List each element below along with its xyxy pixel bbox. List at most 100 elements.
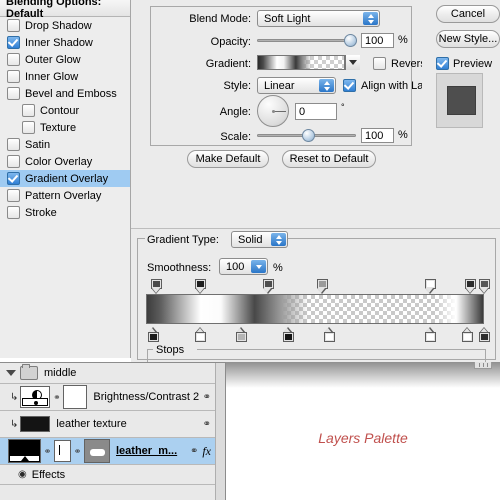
angle-input[interactable]: 0 (295, 103, 337, 120)
opacity-stop[interactable] (465, 279, 477, 294)
effect-checkbox[interactable] (7, 155, 20, 168)
color-stop[interactable] (479, 327, 490, 342)
align-with-layer-checkbox[interactable] (343, 79, 356, 92)
layer-effects-row[interactable]: ◉ Effects (0, 465, 225, 485)
cancel-button[interactable]: Cancel (436, 5, 500, 23)
opacity-stop[interactable] (195, 279, 207, 294)
effect-row-stroke[interactable]: Stroke (0, 204, 130, 221)
color-stop[interactable] (424, 327, 436, 342)
effect-row-inner-shadow[interactable]: Inner Shadow (0, 34, 130, 51)
layers-scrollbar[interactable] (215, 363, 225, 500)
effect-row-gradient-overlay[interactable]: Gradient Overlay (0, 170, 130, 187)
effect-checkbox[interactable] (7, 36, 20, 49)
smoothness-select[interactable]: 100 (219, 258, 268, 275)
brightness-contrast-thumbnail[interactable] (20, 386, 51, 408)
layer-name[interactable]: leather_m... (116, 445, 177, 457)
opacity-stop-fill (153, 281, 161, 287)
color-stop[interactable] (462, 327, 474, 342)
layer-row[interactable]: ↳ leather texture ⚭ (0, 411, 225, 438)
effect-label: Drop Shadow (25, 19, 92, 32)
opacity-input[interactable]: 100 (361, 33, 394, 48)
color-stop[interactable] (235, 327, 247, 342)
effect-row-color-overlay[interactable]: Color Overlay (0, 153, 130, 170)
effect-row-pattern-overlay[interactable]: Pattern Overlay (0, 187, 130, 204)
stops-group (147, 349, 486, 363)
mask-link-icon[interactable]: ⚭ (190, 446, 198, 457)
layer-name[interactable]: Brightness/Contrast 2 (93, 391, 199, 403)
opacity-stop[interactable] (479, 279, 490, 294)
layer-group-row[interactable]: middle (0, 363, 225, 384)
opacity-slider-track (257, 39, 356, 42)
effect-checkbox[interactable] (7, 189, 20, 202)
color-stop[interactable] (147, 327, 159, 342)
layer-thumbnail[interactable] (8, 439, 41, 463)
effect-checkbox[interactable] (7, 87, 20, 100)
effect-row-inner-glow[interactable]: Inner Glow (0, 68, 130, 85)
layer-row[interactable]: ↳ ⚭ Brightness/Contrast 2 ⚭ (0, 384, 225, 411)
blend-mode-select[interactable]: Soft Light (257, 10, 380, 27)
disclosure-triangle-icon[interactable] (6, 370, 16, 376)
gradient-type-select[interactable]: Solid (231, 231, 288, 248)
effect-checkbox[interactable] (7, 172, 20, 185)
effect-checkbox[interactable] (22, 104, 35, 117)
color-stop-fill (325, 334, 333, 340)
opacity-stop-fill (426, 281, 434, 287)
layer-mask-thumbnail[interactable] (63, 385, 88, 409)
reverse-checkbox[interactable] (373, 57, 386, 70)
gradient-style-value: Linear (264, 79, 295, 92)
layer-thumbnail[interactable] (20, 416, 51, 432)
effect-row-satin[interactable]: Satin (0, 136, 130, 153)
effect-checkbox[interactable] (7, 53, 20, 66)
blending-options-header[interactable]: Blending Options: Default (0, 0, 130, 20)
effect-checkbox[interactable] (7, 206, 20, 219)
gradient-picker-button[interactable] (345, 55, 360, 70)
reset-to-default-button[interactable]: Reset to Default (282, 150, 376, 168)
effect-row-outer-glow[interactable]: Outer Glow (0, 51, 130, 68)
effect-row-bevel-and-emboss[interactable]: Bevel and Emboss (0, 85, 130, 102)
effect-row-contour[interactable]: Contour (0, 102, 130, 119)
opacity-slider-knob[interactable] (344, 34, 358, 47)
effect-checkbox[interactable] (22, 121, 35, 134)
mask-link-icon[interactable]: ⚭ (203, 392, 211, 403)
opacity-stop[interactable] (316, 279, 328, 294)
color-stop[interactable] (323, 327, 335, 342)
scale-input[interactable]: 100 (361, 128, 394, 143)
mask-link-icon[interactable]: ⚭ (203, 419, 211, 430)
effect-row-texture[interactable]: Texture (0, 119, 130, 136)
vector-mask-thumbnail[interactable] (84, 439, 110, 463)
opacity-stop[interactable] (262, 279, 274, 294)
layer-row[interactable]: ⚭ ⚭ leather_m... ⚭ fx (0, 438, 225, 465)
gradient-ramp[interactable] (146, 294, 484, 324)
link-icon[interactable]: ⚭ (43, 445, 52, 458)
dialog-buttons-column: Cancel New Style... Preview (422, 0, 500, 228)
preview-checkbox[interactable] (436, 57, 449, 70)
scale-slider[interactable] (257, 128, 356, 142)
opacity-stop[interactable] (151, 279, 163, 294)
angle-label: Angle: (219, 106, 251, 118)
gradient-preview-swatch[interactable] (257, 55, 345, 70)
color-stop[interactable] (195, 327, 207, 342)
opacity-stop-fill (481, 281, 488, 287)
opacity-stop[interactable] (424, 279, 436, 294)
gradient-editor-panel: Gradient Type: Solid Smoothness: 100 % S… (131, 228, 500, 363)
layer-name[interactable]: leather texture (56, 418, 126, 430)
effect-checkbox[interactable] (7, 138, 20, 151)
effect-checkbox[interactable] (7, 70, 20, 83)
new-style-button[interactable]: New Style... (436, 30, 500, 48)
folder-icon (20, 364, 38, 380)
scale-slider-knob[interactable] (301, 129, 315, 142)
angle-dial[interactable] (257, 95, 289, 127)
layer-group-name: middle (44, 367, 77, 379)
gradient-style-select[interactable]: Linear (257, 77, 336, 94)
eye-icon[interactable]: ◉ (18, 469, 27, 480)
fx-icon[interactable]: fx (202, 444, 211, 459)
link-icon[interactable]: ⚭ (52, 391, 61, 404)
link-icon[interactable]: ⚭ (73, 445, 82, 458)
effect-checkbox[interactable] (7, 19, 20, 32)
effects-list: Drop Shadow Inner Shadow Outer Glow Inner G… (0, 17, 130, 221)
make-default-button[interactable]: Make Default (187, 150, 269, 168)
opacity-slider[interactable] (257, 33, 358, 47)
layer-mask-thumbnail[interactable] (54, 440, 71, 462)
color-stop[interactable] (282, 327, 294, 342)
opacity-stop-fill (467, 281, 475, 287)
